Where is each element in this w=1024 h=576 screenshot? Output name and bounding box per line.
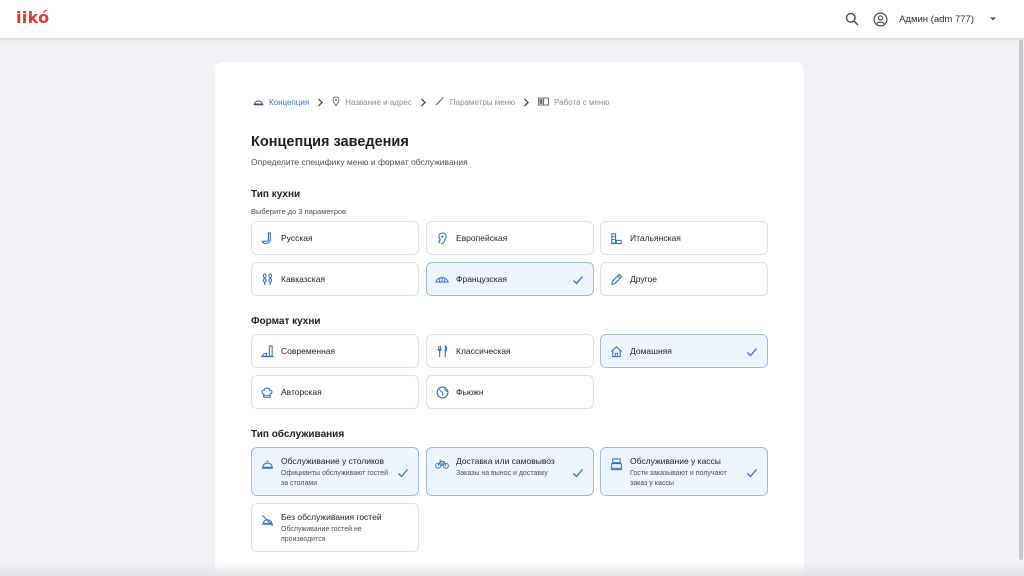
ear-icon: [435, 231, 449, 245]
crumb-menu-work[interactable]: Работа с меню: [538, 97, 609, 108]
crumb-label: Концепция: [269, 97, 310, 107]
ladle-icon: [260, 231, 274, 245]
option-delivery[interactable]: Доставка или самовывоз Заказы на вынос и…: [426, 447, 594, 496]
option-italian[interactable]: Итальянская: [600, 221, 768, 255]
option-label: Французская: [456, 274, 508, 284]
search-icon[interactable]: [843, 10, 861, 28]
crumb-label: Работа с меню: [554, 97, 610, 107]
option-label: Домашняя: [630, 346, 672, 356]
magic-wand-icon: [435, 96, 445, 108]
checkmark-icon: [746, 466, 758, 478]
option-label: Русская: [281, 233, 313, 243]
cutlery-icon: [435, 344, 449, 358]
option-author[interactable]: Авторская: [251, 375, 419, 409]
option-label: Европейская: [456, 233, 508, 243]
concept-icon: [253, 97, 264, 108]
option-description: Заказы на вынос и доставку: [456, 470, 548, 477]
chef-hat-icon: [260, 385, 274, 399]
breadcrumb: Концепция Название и адрес Параметры мен…: [253, 96, 609, 108]
format-section-title: Формат кухни: [251, 316, 321, 327]
crumb-name-address[interactable]: Название и адрес: [332, 96, 412, 108]
iiko-logo[interactable]: iikó: [16, 8, 49, 27]
page-title: Концепция заведения: [251, 134, 409, 150]
tower-icon: [609, 231, 623, 245]
option-french[interactable]: Французская: [426, 262, 594, 296]
checkmark-icon: [746, 345, 758, 357]
option-caucasian[interactable]: Кавказская: [251, 262, 419, 296]
top-right-controls: Админ (adm 777): [843, 0, 1002, 38]
option-homemade[interactable]: Домашняя: [600, 334, 768, 368]
page-scrollbar[interactable]: [1018, 38, 1024, 576]
option-european[interactable]: Европейская: [426, 221, 594, 255]
crumb-menu-params[interactable]: Параметры меню: [435, 96, 515, 108]
user-circle-icon[interactable]: [871, 10, 889, 28]
pencil-icon: [609, 272, 623, 286]
chevron-right-icon: [420, 98, 427, 107]
location-pin-icon: [332, 96, 340, 108]
option-label: Другое: [630, 274, 658, 284]
chevron-right-icon: [523, 98, 530, 107]
book-icon: [538, 97, 550, 108]
option-table-service[interactable]: Обслуживание у столиков Официанты обслуж…: [251, 447, 419, 496]
chevron-right-icon: [317, 98, 324, 107]
option-label: Современная: [281, 346, 336, 356]
option-description: Официанты обслуживают гостей за столами: [281, 470, 389, 487]
page-subtitle: Определите специфику меню и формат обслу…: [251, 157, 468, 167]
option-description: Обслуживание гостей не производится: [281, 526, 362, 543]
option-counter-service[interactable]: Обслуживание у кассы Гости заказывают и …: [600, 447, 768, 496]
cuisine-section-hint: Выберите до 3 параметров: [251, 207, 347, 216]
option-russian[interactable]: Русская: [251, 221, 419, 255]
scroll-thumb[interactable]: [1019, 40, 1023, 560]
option-other[interactable]: Другое: [600, 262, 768, 296]
option-label: Без обслуживания гостей: [281, 512, 382, 522]
globe-icon: [435, 385, 449, 399]
option-label: Кавказская: [281, 274, 326, 284]
option-modern[interactable]: Современная: [251, 334, 419, 368]
option-label: Обслуживание у столиков: [281, 456, 385, 466]
option-label: Доставка или самовывоз: [456, 456, 555, 466]
cloche-icon: [260, 457, 274, 471]
bridge-icon: [435, 272, 449, 286]
caret-down-icon[interactable]: [984, 10, 1002, 28]
crumb-label: Название и адрес: [345, 97, 412, 107]
cash-register-icon: [609, 457, 623, 471]
option-no-service[interactable]: Без обслуживания гостей Обслуживание гос…: [251, 503, 419, 552]
option-label: Итальянская: [630, 233, 681, 243]
home-icon: [609, 344, 623, 358]
concept-card: Концепция Название и адрес Параметры мен…: [215, 62, 804, 576]
option-label: Обслуживание у кассы: [630, 456, 721, 466]
cuisine-section-title: Тип кухни: [251, 189, 301, 200]
checkmark-icon: [572, 273, 584, 285]
option-classic[interactable]: Классическая: [426, 334, 594, 368]
crumb-label: Параметры меню: [449, 97, 516, 107]
user-name[interactable]: Админ (adm 777): [899, 14, 974, 25]
service-section-title: Тип обслуживания: [251, 429, 345, 440]
option-label: Фьюжн: [456, 387, 484, 397]
crumb-concept[interactable]: Концепция: [253, 97, 309, 108]
option-label: Авторская: [281, 387, 322, 397]
no-service-icon: [260, 513, 274, 527]
bicycle-icon: [435, 457, 449, 471]
modern-icon: [260, 344, 274, 358]
option-label: Классическая: [456, 346, 511, 356]
top-bar: iikó Админ (adm 777): [0, 0, 1024, 38]
checkmark-icon: [572, 466, 584, 478]
wheat-icon: [260, 272, 274, 286]
option-description: Гости заказывают и получают заказ у касс…: [630, 470, 727, 487]
bottom-fade: [0, 562, 1024, 576]
option-fusion[interactable]: Фьюжн: [426, 375, 594, 409]
checkmark-icon: [397, 466, 409, 478]
